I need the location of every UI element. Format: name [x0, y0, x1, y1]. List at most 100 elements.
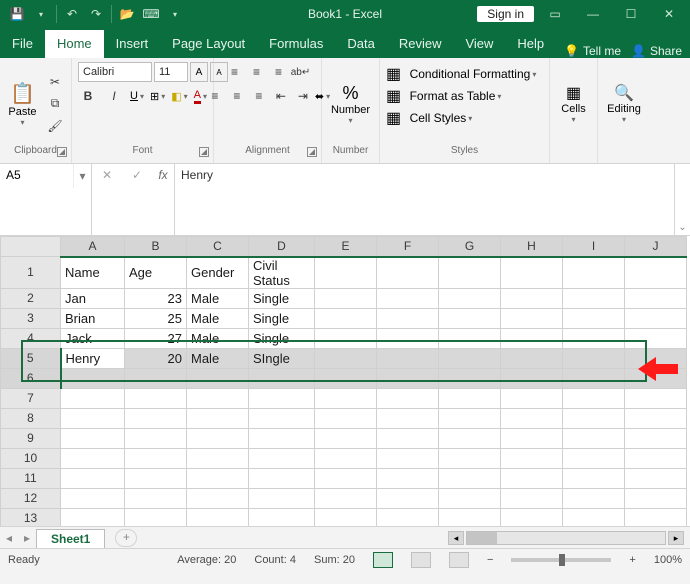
- hscroll-track[interactable]: [466, 531, 666, 545]
- cell-I11[interactable]: [563, 468, 625, 488]
- align-center-icon[interactable]: ≡: [227, 86, 247, 106]
- cell-I10[interactable]: [563, 448, 625, 468]
- cell-B12[interactable]: [125, 488, 187, 508]
- cell-C6[interactable]: [187, 368, 249, 388]
- cell-F10[interactable]: [377, 448, 439, 468]
- cell-F6[interactable]: [377, 368, 439, 388]
- cell-D12[interactable]: [249, 488, 315, 508]
- cell-G8[interactable]: [439, 408, 501, 428]
- cell-D11[interactable]: [249, 468, 315, 488]
- cell-I6[interactable]: [563, 368, 625, 388]
- col-header-F[interactable]: F: [377, 237, 439, 257]
- cell-F5[interactable]: [377, 348, 439, 368]
- alignment-dialog-icon[interactable]: [307, 147, 317, 157]
- cell-H12[interactable]: [501, 488, 563, 508]
- cell-H1[interactable]: [501, 257, 563, 289]
- cell-F13[interactable]: [377, 508, 439, 526]
- cell-J12[interactable]: [625, 488, 687, 508]
- cell-B4[interactable]: 27: [125, 328, 187, 348]
- cell-D6[interactable]: [249, 368, 315, 388]
- cell-C1[interactable]: Gender: [187, 257, 249, 289]
- cell-B2[interactable]: 23: [125, 288, 187, 308]
- cell-C5[interactable]: Male: [187, 348, 249, 368]
- row-header-6[interactable]: 6: [1, 368, 61, 388]
- name-box[interactable]: A5 ▾: [0, 164, 92, 235]
- cell-G12[interactable]: [439, 488, 501, 508]
- cell-B1[interactable]: Age: [125, 257, 187, 289]
- cell-E7[interactable]: [315, 388, 377, 408]
- bold-button[interactable]: B: [78, 86, 98, 106]
- cell-D5[interactable]: SIngle: [249, 348, 315, 368]
- cell-H5[interactable]: [501, 348, 563, 368]
- row-header-3[interactable]: 3: [1, 308, 61, 328]
- align-top-icon[interactable]: ≡: [225, 62, 245, 82]
- cell-B11[interactable]: [125, 468, 187, 488]
- zoom-level[interactable]: 100%: [654, 554, 682, 566]
- tab-review[interactable]: Review: [387, 30, 454, 58]
- cell-E2[interactable]: [315, 288, 377, 308]
- fill-color-button[interactable]: ◧▾: [171, 90, 187, 103]
- italic-button[interactable]: I: [104, 86, 124, 106]
- cell-B9[interactable]: [125, 428, 187, 448]
- tab-file[interactable]: File: [0, 30, 45, 58]
- cell-J11[interactable]: [625, 468, 687, 488]
- qat-customize-icon[interactable]: ▾: [164, 3, 186, 25]
- qat-touchmode-icon[interactable]: ⌨: [140, 3, 162, 25]
- cell-A11[interactable]: [61, 468, 125, 488]
- cell-B5[interactable]: 20: [125, 348, 187, 368]
- hscroll-left-icon[interactable]: ◂: [448, 531, 464, 545]
- cell-B10[interactable]: [125, 448, 187, 468]
- tab-home[interactable]: Home: [45, 30, 104, 58]
- cut-icon[interactable]: ✂: [45, 72, 65, 92]
- cell-F8[interactable]: [377, 408, 439, 428]
- worksheet-grid[interactable]: ABCDEFGHIJ1NameAgeGenderCivil Status2Jan…: [0, 236, 690, 526]
- tab-page-layout[interactable]: Page Layout: [160, 30, 257, 58]
- font-size-input[interactable]: [154, 62, 188, 82]
- cell-I1[interactable]: [563, 257, 625, 289]
- cell-I12[interactable]: [563, 488, 625, 508]
- cell-E9[interactable]: [315, 428, 377, 448]
- cancel-entry-icon[interactable]: ✕: [102, 168, 112, 182]
- cell-C2[interactable]: Male: [187, 288, 249, 308]
- align-middle-icon[interactable]: ≡: [247, 62, 267, 82]
- cell-C9[interactable]: [187, 428, 249, 448]
- cell-E11[interactable]: [315, 468, 377, 488]
- cell-H4[interactable]: [501, 328, 563, 348]
- cell-B3[interactable]: 25: [125, 308, 187, 328]
- font-name-input[interactable]: [78, 62, 152, 82]
- qat-redo-icon[interactable]: ↷: [85, 3, 107, 25]
- cell-J7[interactable]: [625, 388, 687, 408]
- cell-A1[interactable]: Name: [61, 257, 125, 289]
- cell-H6[interactable]: [501, 368, 563, 388]
- cell-H2[interactable]: [501, 288, 563, 308]
- name-box-dropdown-icon[interactable]: ▾: [73, 164, 91, 188]
- tab-insert[interactable]: Insert: [104, 30, 161, 58]
- cell-E13[interactable]: [315, 508, 377, 526]
- cell-D4[interactable]: Single: [249, 328, 315, 348]
- cell-H3[interactable]: [501, 308, 563, 328]
- ribbon-display-options-icon[interactable]: ▭: [538, 0, 572, 28]
- qat-save-icon[interactable]: 💾: [6, 3, 28, 25]
- hscroll-thumb[interactable]: [467, 532, 497, 544]
- zoom-in-icon[interactable]: +: [629, 554, 635, 566]
- cell-C13[interactable]: [187, 508, 249, 526]
- cell-styles-button[interactable]: ▦ Cell Styles▾: [386, 108, 472, 128]
- minimize-icon[interactable]: —: [576, 0, 610, 28]
- col-header-H[interactable]: H: [501, 237, 563, 257]
- cell-I4[interactable]: [563, 328, 625, 348]
- row-header-1[interactable]: 1: [1, 257, 61, 289]
- cell-G2[interactable]: [439, 288, 501, 308]
- cell-I2[interactable]: [563, 288, 625, 308]
- close-icon[interactable]: ✕: [652, 0, 686, 28]
- cell-H9[interactable]: [501, 428, 563, 448]
- cell-F7[interactable]: [377, 388, 439, 408]
- qat-dropdown-icon[interactable]: ▾: [30, 3, 52, 25]
- cell-A5[interactable]: Henry: [61, 348, 125, 368]
- cell-A10[interactable]: [61, 448, 125, 468]
- cell-C11[interactable]: [187, 468, 249, 488]
- format-as-table-button[interactable]: ▦ Format as Table▾: [386, 86, 501, 106]
- cell-A13[interactable]: [61, 508, 125, 526]
- sheet-tab-sheet1[interactable]: Sheet1: [36, 529, 105, 548]
- cell-C4[interactable]: Male: [187, 328, 249, 348]
- cell-E5[interactable]: [315, 348, 377, 368]
